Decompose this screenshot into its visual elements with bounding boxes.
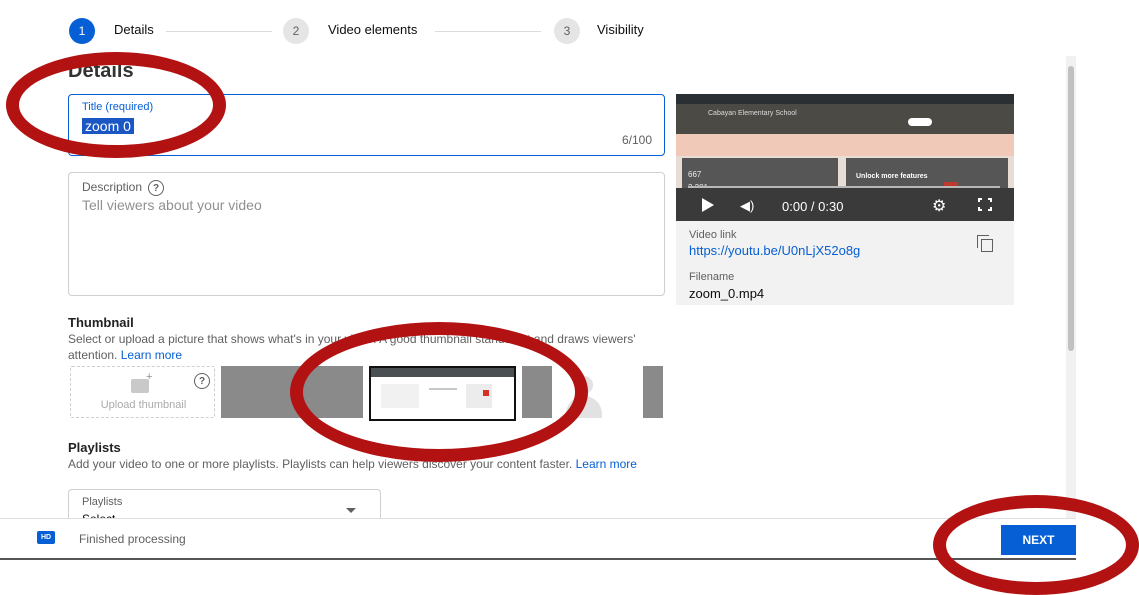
video-frame-header [676,104,1014,134]
step-1-badge[interactable]: 1 [69,18,95,44]
thumbnail-heading: Thumbnail [68,315,134,330]
step-video-elements-label[interactable]: Video elements [328,22,417,37]
video-frame-stat: 667 [688,170,702,179]
video-link[interactable]: https://youtu.be/U0nLjX52o8g [689,243,860,258]
step-visibility-label[interactable]: Visibility [597,22,644,37]
chevron-down-icon[interactable] [346,508,356,513]
annotation-circle-thumbnail [290,322,588,462]
step-connector [166,31,272,32]
video-frame-pill [908,118,932,126]
video-time-display: 0:00 / 0:30 [782,199,844,214]
video-frame-topbar [676,94,1014,104]
hd-badge-icon: HD [37,531,55,544]
title-char-counter: 6/100 [621,133,652,147]
thumbnail-learn-more-link[interactable]: Learn more [121,348,182,362]
filename-value: zoom_0.mp4 [689,286,765,301]
step-details-label[interactable]: Details [114,22,154,37]
playlists-dropdown[interactable]: Playlists Select [68,489,381,520]
upload-stepper: 1 Details 2 Video elements 3 Visibility [0,0,1139,56]
bottom-divider [0,558,1076,560]
description-field-label-row: Description? [82,180,165,196]
annotation-circle-next [933,495,1139,595]
plus-icon: + [146,371,153,383]
help-icon[interactable]: ? [194,373,210,389]
copy-icon[interactable] [977,235,995,253]
scrollbar[interactable] [1066,56,1076,518]
step-3-badge[interactable]: 3 [554,18,580,44]
video-frame-banner [676,134,1014,156]
playlists-heading: Playlists [68,440,121,455]
thumbnail-option-4[interactable] [643,366,663,418]
step-connector [435,31,541,32]
video-progress-bar[interactable] [688,186,1000,188]
processing-status: Finished processing [79,532,186,546]
description-input[interactable]: Tell viewers about your video [82,197,262,213]
description-field[interactable]: Description? Tell viewers about your vid… [68,172,665,296]
playlists-description-text: Add your video to one or more playlists.… [68,457,573,471]
video-link-label: Video link [689,229,737,241]
description-field-label: Description [82,180,143,195]
filename-label: Filename [689,271,735,283]
upload-thumbnail-label: Upload thumbnail [100,399,187,411]
playlists-description: Add your video to one or more playlists.… [68,456,648,472]
help-icon[interactable]: ? [148,180,165,196]
video-frame-school-name: Cabayan Elementary School [708,110,797,117]
volume-icon[interactable]: ◀) [740,198,754,214]
copy-icon-front [981,239,993,252]
upload-thumbnail-button[interactable]: + ? Upload thumbnail [70,366,215,418]
play-icon[interactable] [702,198,714,212]
fullscreen-icon-mask [977,202,993,207]
video-controls-bar [676,188,1014,221]
playlists-learn-more-link[interactable]: Learn more [576,457,637,471]
scrollbar-thumb[interactable] [1068,66,1074,351]
playlists-dropdown-label: Playlists [82,496,123,508]
video-frame-unlock-text: Unlock more features [856,173,928,180]
annotation-circle-title [6,52,226,158]
step-2-badge[interactable]: 2 [283,18,309,44]
gear-icon[interactable]: ⚙ [932,196,946,216]
video-player[interactable]: Cabayan Elementary School 667 3,381 Unlo… [676,94,1014,221]
